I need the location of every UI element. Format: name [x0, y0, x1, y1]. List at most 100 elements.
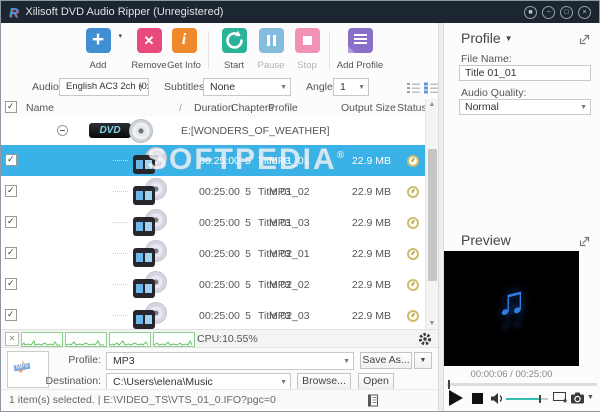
log-icon[interactable]	[367, 394, 379, 414]
dvd-disc-icon: DVD	[89, 119, 161, 143]
header-profile[interactable]: Profile	[268, 102, 298, 114]
header-output-size[interactable]: Output Size	[341, 102, 396, 114]
header-status[interactable]: Status	[397, 102, 427, 114]
audio-quality-select[interactable]: Normal ▼	[459, 99, 591, 115]
status-clock-icon	[407, 186, 419, 198]
title-profile: MP3	[269, 217, 291, 229]
expand-preview-icon[interactable]	[579, 234, 591, 252]
table-row[interactable]: Title 01_03 00:25:00 5 MP3 22.9 MB	[1, 207, 425, 239]
toolbar-separator	[329, 31, 330, 69]
title-chapters: 5	[245, 155, 251, 167]
scroll-up-icon[interactable]: ▲	[426, 101, 438, 108]
output-panel: ♪MP3 Profile: MP3▼ Save As... ▼ Destinat…	[1, 347, 438, 391]
chevron-down-icon: ▼	[580, 104, 587, 111]
add-profile-icon	[347, 28, 373, 53]
profile-select[interactable]: MP3 ▼	[106, 352, 354, 370]
volume-icon[interactable]	[490, 392, 504, 410]
minimize-icon[interactable]: −	[542, 5, 555, 19]
playback-time: 00:00:06 / 00:25:00	[470, 369, 553, 380]
title-thumbnail-icon	[131, 147, 168, 174]
select-all-checkbox[interactable]	[5, 101, 17, 113]
get-info-icon	[171, 28, 197, 53]
stop-icon	[294, 28, 320, 53]
camera-dropdown-caret-icon[interactable]: ▼	[587, 394, 594, 401]
snapshot-folder-icon[interactable]	[553, 392, 568, 405]
status-text: 1 item(s) selected. | E:\VIDEO_TS\VTS_01…	[9, 394, 276, 406]
get-info-button[interactable]: Get Info	[162, 28, 206, 71]
table-scrollbar[interactable]: ▲ ▼	[425, 99, 438, 329]
minimode-icon[interactable]: ■	[524, 5, 537, 19]
table-row[interactable]: Title 02_01 00:25:00 5 MP3 22.9 MB	[1, 238, 425, 270]
expand-panel-icon[interactable]	[579, 32, 591, 50]
chevron-down-icon: ▼	[280, 84, 287, 91]
volume-slider[interactable]	[506, 395, 548, 403]
title-duration: 00:25:00	[199, 155, 240, 167]
header-duration[interactable]: Duration	[194, 102, 234, 114]
open-button[interactable]: Open	[358, 373, 394, 390]
scrollbar-thumb[interactable]	[428, 149, 437, 281]
title-output-size: 22.9 MB	[351, 186, 391, 198]
play-icon[interactable]	[449, 390, 463, 406]
title-output-size: 22.9 MB	[351, 248, 391, 260]
audio-quality-label: Audio Quality:	[461, 87, 527, 99]
status-clock-icon	[407, 155, 419, 167]
subtitles-select[interactable]: None ▼	[203, 78, 291, 96]
cpu-core-graph	[21, 332, 63, 347]
camera-icon[interactable]	[571, 391, 585, 409]
status-clock-icon	[407, 217, 419, 229]
browse-button[interactable]: Browse...	[297, 373, 351, 390]
cpu-core-graph	[153, 332, 195, 347]
title-profile: MP3	[269, 279, 291, 291]
title-profile: MP3	[269, 186, 291, 198]
table-row[interactable]: Title 01_02 00:25:00 5 MP3 22.9 MB	[1, 176, 425, 208]
row-checkbox[interactable]	[5, 185, 17, 197]
save-as-button[interactable]: Save As...	[360, 352, 412, 369]
file-name-input[interactable]: Title 01_01	[459, 65, 591, 81]
row-checkbox[interactable]	[5, 278, 17, 290]
title-thumbnail-icon	[131, 178, 168, 205]
subtitles-label: Subtitles:	[164, 81, 208, 93]
angle-select[interactable]: 1 ▼	[333, 78, 369, 96]
profile-section-title[interactable]: Profile ▼	[461, 30, 513, 46]
angle-label: Angle:	[306, 81, 336, 93]
stop-playback-icon[interactable]	[472, 393, 483, 404]
title-duration: 00:25:00	[199, 217, 240, 229]
title-duration: 00:25:00	[199, 279, 240, 291]
add-profile-button[interactable]: Add Profile	[333, 28, 387, 71]
collapse-icon[interactable]	[57, 125, 68, 136]
title-chapters: 5	[245, 186, 251, 198]
status-bar: 1 item(s) selected. | E:\VIDEO_TS\VTS_01…	[1, 389, 438, 410]
add-dropdown-caret-icon[interactable]: ▾	[118, 32, 122, 40]
seek-slider[interactable]	[447, 380, 597, 389]
title-thumbnail-icon	[131, 209, 168, 236]
table-row[interactable]: Title 01_01 00:25:00 5 MP3 22.9 MB	[1, 145, 425, 177]
header-name[interactable]: Name	[26, 102, 54, 114]
table-row[interactable]: Title 02_03 00:25:00 5 MP3 22.9 MB	[1, 300, 425, 329]
save-as-dropdown-caret-icon[interactable]: ▼	[414, 352, 432, 369]
table-row[interactable]: Title 02_02 00:25:00 5 MP3 22.9 MB	[1, 269, 425, 301]
title-profile: MP3	[269, 248, 291, 260]
app-logo-icon: R	[9, 4, 19, 20]
detail-view-icon[interactable]	[424, 82, 438, 94]
close-icon[interactable]: ×	[578, 5, 591, 19]
filter-bar: Audio: English AC3 2ch (0x8 ▼ Subtitles: …	[1, 77, 444, 100]
audio-label: Audio:	[32, 81, 62, 93]
maximize-icon[interactable]: □	[560, 5, 573, 19]
add-button[interactable]: ▾ Add	[76, 28, 122, 71]
add-icon	[85, 28, 111, 53]
row-checkbox[interactable]	[5, 154, 17, 166]
stop-button[interactable]: Stop	[285, 28, 329, 71]
close-cpu-graph-icon[interactable]: ✕	[5, 332, 19, 346]
scroll-down-icon[interactable]: ▼	[426, 320, 438, 327]
dvd-row[interactable]: DVD E:[WONDERS_OF_WEATHER]	[1, 117, 425, 146]
title-profile: MP3	[269, 155, 291, 167]
cpu-core-graph	[109, 332, 151, 347]
cpu-bar: ✕ CPU:10.55%	[1, 329, 438, 347]
row-checkbox[interactable]	[5, 216, 17, 228]
row-checkbox[interactable]	[5, 247, 17, 259]
row-checkbox[interactable]	[5, 309, 17, 321]
sort-indicator: /	[179, 102, 182, 114]
list-view-icon[interactable]	[407, 82, 421, 94]
audio-select[interactable]: English AC3 2ch (0x8 ▼	[59, 78, 149, 96]
title-output-size: 22.9 MB	[351, 155, 391, 167]
